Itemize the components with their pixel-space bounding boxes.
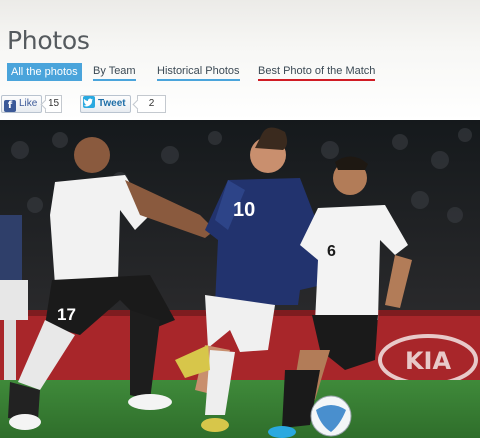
tab-by-team[interactable]: By Team [93,63,136,81]
facebook-like-button[interactable]: f Like [1,95,43,113]
tweet-label: Tweet [98,98,126,109]
football [310,395,352,437]
pitch [0,380,480,438]
match-photo-illustration: KIA 17 10 6 [0,120,480,438]
like-count: 15 [45,95,62,113]
page-header: Photos All the photos By Team Historical… [0,0,480,120]
tab-all-photos[interactable]: All the photos [7,63,82,81]
featured-match-photo[interactable]: KIA 17 10 6 [0,120,480,438]
jersey-number-17: 17 [57,305,76,324]
tweet-count: 2 [137,95,166,113]
twitter-bird-icon [83,96,95,108]
jersey-number-10: 10 [233,199,255,221]
facebook-icon: f [4,100,16,112]
tab-historical-photos[interactable]: Historical Photos [157,63,240,81]
page-title: Photos [7,26,90,55]
like-label: Like [19,98,38,109]
jersey-number-6: 6 [327,243,336,260]
sponsor-board-text: KIA [405,347,452,375]
tab-best-photo-of-the-match[interactable]: Best Photo of the Match [258,63,376,81]
tweet-button[interactable]: Tweet [80,95,131,113]
